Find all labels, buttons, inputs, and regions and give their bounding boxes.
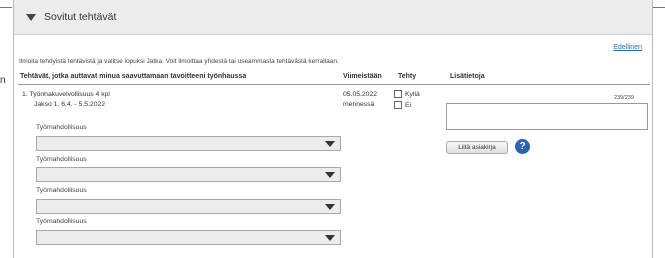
header-info: Lisätietoja [450, 73, 485, 80]
deadline-date: 05.05.2022 [343, 91, 378, 98]
previous-link[interactable]: Edellinen [613, 44, 642, 51]
edge-text: n [0, 75, 6, 86]
divider-line-right [653, 7, 665, 8]
tasks-panel: Sovitut tehtävät Edellinen Ilmoita tehdy… [13, 0, 653, 258]
deadline-suffix: mennessä [343, 101, 375, 108]
instructions-text: Ilmoita tehdyistä tehtävistä ja valitse … [19, 58, 339, 65]
opportunity-select[interactable] [36, 199, 341, 214]
char-counter: 239/239 [614, 95, 634, 101]
opportunity-label: Työmahdollisuus [36, 187, 87, 194]
opportunity-select[interactable] [36, 136, 341, 151]
header-deadline: Viimeistään [343, 73, 382, 80]
yes-checkbox[interactable] [394, 90, 402, 98]
no-checkbox[interactable] [394, 101, 402, 109]
opportunity-select[interactable] [36, 167, 341, 182]
opportunity-label: Työmahdollisuus [36, 124, 87, 131]
chevron-down-icon [325, 141, 335, 147]
section-title: Sovitut tehtävät [44, 11, 117, 23]
opportunity-select[interactable] [36, 230, 341, 245]
section-header[interactable]: Sovitut tehtävät [14, 0, 652, 35]
table-header: Tehtävät, jotka auttavat minua saavuttam… [18, 71, 650, 85]
opportunity-label: Työmahdollisuus [36, 156, 87, 163]
help-icon[interactable]: ? [515, 139, 530, 154]
chevron-down-icon [325, 172, 335, 178]
collapse-triangle-icon[interactable] [26, 13, 36, 21]
opportunity-label: Työmahdollisuus [36, 218, 87, 225]
additional-info-textarea[interactable] [446, 103, 648, 130]
attach-document-button[interactable]: Liitä asiakirja [446, 141, 508, 154]
task-period: Jakso 1. 6.4. - 5.5.2022 [34, 101, 106, 108]
chevron-down-icon [325, 235, 335, 241]
done-no-option[interactable]: Ei [394, 101, 411, 109]
chevron-down-icon [325, 204, 335, 210]
header-task: Tehtävät, jotka auttavat minua saavuttam… [20, 73, 247, 80]
task-name: 1. Työnhakuvelvollisuus 4 kpl [22, 91, 110, 98]
no-label: Ei [405, 101, 412, 109]
header-done: Tehty [398, 73, 417, 80]
done-yes-option[interactable]: Kyllä [394, 90, 420, 98]
yes-label: Kyllä [405, 90, 420, 98]
divider-line-left [0, 7, 12, 8]
